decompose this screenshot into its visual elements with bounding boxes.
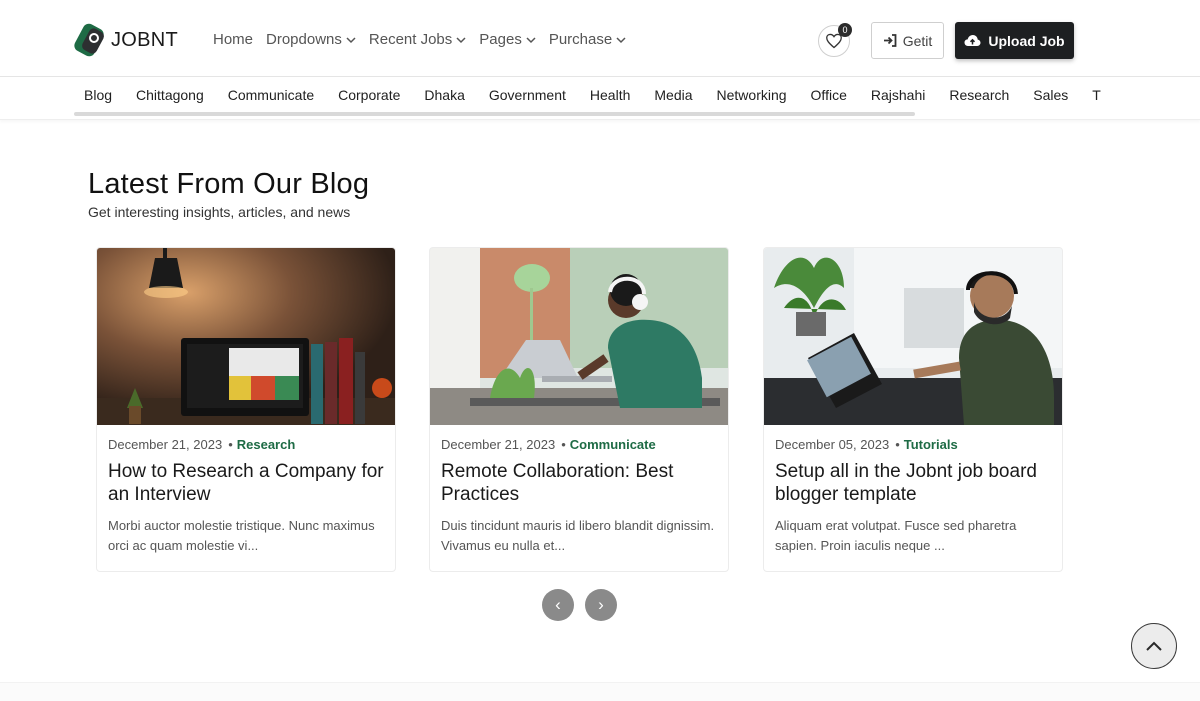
category-link[interactable]: Research <box>949 87 1009 103</box>
blog-card[interactable]: December 21, 2023 • Communicate Remote Col… <box>429 247 729 572</box>
chevron-up-icon <box>1146 641 1162 651</box>
post-title[interactable]: Remote Collaboration: Best Practices <box>441 460 721 506</box>
category-link[interactable]: Government <box>489 87 566 103</box>
category-list: Blog Chittagong Communicate Corporate Dh… <box>84 87 1125 103</box>
chevron-left-icon: ‹ <box>555 595 561 614</box>
chevron-down-icon <box>526 36 536 43</box>
upload-job-label: Upload Job <box>988 32 1065 49</box>
blog-card[interactable]: December 21, 2023 • Research How to Resear… <box>96 247 396 572</box>
cloud-upload-icon <box>964 35 981 46</box>
chevron-down-icon <box>456 36 466 43</box>
category-scrollbar[interactable] <box>74 112 915 116</box>
category-link[interactable]: Networking <box>717 87 787 103</box>
nav-label: Dropdowns <box>266 31 342 48</box>
post-date: December 21, 2023 <box>441 437 556 452</box>
site-header: JOBNT Home Dropdowns Recent Jobs Pages P… <box>0 0 1200 77</box>
blog-card-image[interactable] <box>430 248 728 425</box>
post-excerpt: Duis tincidunt mauris id libero blandit … <box>441 518 715 553</box>
category-link[interactable]: Dhaka <box>424 87 464 103</box>
getit-label: Getit <box>902 32 933 49</box>
nav-label: Recent Jobs <box>368 31 453 48</box>
favorites-button[interactable]: 0 <box>818 23 852 57</box>
nav-label: Pages <box>479 31 522 48</box>
post-category-link[interactable]: Tutorials <box>904 437 958 452</box>
post-date: December 05, 2023 <box>775 437 890 452</box>
logo-text: JOBNT <box>111 28 179 51</box>
chevron-down-icon <box>616 36 626 43</box>
video-call-man-image <box>764 248 1062 425</box>
chevron-right-icon: › <box>598 595 604 614</box>
nav-pages[interactable]: Pages <box>479 31 536 48</box>
category-link[interactable]: Health <box>590 87 630 103</box>
nav-label: Home <box>213 31 254 48</box>
category-link[interactable]: T <box>1092 87 1101 103</box>
footer-divider <box>0 682 1200 701</box>
upload-job-button[interactable]: Upload Job <box>955 22 1074 59</box>
favorites-count-badge: 0 <box>838 23 852 37</box>
nav-purchase[interactable]: Purchase <box>549 31 626 48</box>
site-logo[interactable]: JOBNT <box>74 23 178 57</box>
back-to-top-button[interactable] <box>1131 623 1177 669</box>
category-link[interactable]: Sales <box>1033 87 1068 103</box>
nav-recent-jobs[interactable]: Recent Jobs <box>369 31 466 48</box>
category-link[interactable]: Blog <box>84 87 112 103</box>
post-date: December 21, 2023 <box>108 437 223 452</box>
chevron-down-icon <box>346 36 356 43</box>
blog-card-meta: December 21, 2023 • Communicate <box>441 437 656 452</box>
category-link[interactable]: Communicate <box>228 87 314 103</box>
sign-in-icon <box>883 34 897 47</box>
main-nav: Home Dropdowns Recent Jobs Pages Purchas… <box>213 31 639 48</box>
post-category-link[interactable]: Communicate <box>570 437 656 452</box>
section-subtitle: Get interesting insights, articles, and … <box>88 204 351 220</box>
category-link[interactable]: Media <box>654 87 692 103</box>
carousel-next-button[interactable]: › <box>585 589 617 621</box>
nav-home[interactable]: Home <box>213 31 253 48</box>
post-category-link[interactable]: Research <box>237 437 296 452</box>
post-excerpt: Morbi auctor molestie tristique. Nunc ma… <box>108 518 375 553</box>
blog-card-meta: December 21, 2023 • Research <box>108 437 296 452</box>
getit-button[interactable]: Getit <box>871 22 944 59</box>
blog-card-image[interactable] <box>97 248 395 425</box>
nav-label: Purchase <box>548 31 613 48</box>
section-title: Latest From Our Blog <box>88 168 370 200</box>
category-link[interactable]: Corporate <box>338 87 400 103</box>
blog-card[interactable]: December 05, 2023 • Tutorials Setup all in… <box>763 247 1063 572</box>
category-bar: Blog Chittagong Communicate Corporate Dh… <box>0 77 1200 120</box>
blog-card-meta: December 05, 2023 • Tutorials <box>775 437 958 452</box>
post-excerpt: Aliquam erat volutpat. Fusce sed pharetr… <box>775 518 1017 553</box>
nav-dropdowns[interactable]: Dropdowns <box>266 31 356 48</box>
category-link[interactable]: Office <box>811 87 847 103</box>
blog-card-image[interactable] <box>764 248 1062 425</box>
carousel-prev-button[interactable]: ‹ <box>542 589 574 621</box>
post-title[interactable]: How to Research a Company for an Intervi… <box>108 460 388 506</box>
desk-lamp-laptop-image <box>97 248 395 425</box>
logo-icon <box>74 23 104 57</box>
student-headphones-laptop-image <box>430 248 728 425</box>
post-title[interactable]: Setup all in the Jobnt job board blogger… <box>775 460 1055 506</box>
category-link[interactable]: Rajshahi <box>871 87 925 103</box>
category-link[interactable]: Chittagong <box>136 87 204 103</box>
